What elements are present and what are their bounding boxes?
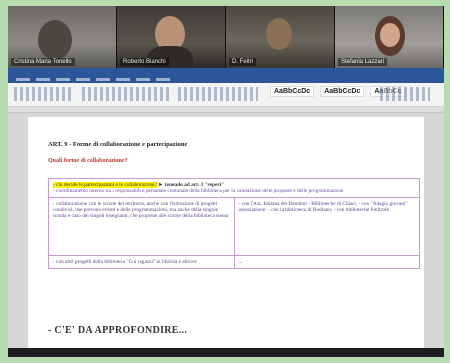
collaboration-table: - chi decide le partecipazioni e le coll… [48,178,420,269]
cell-text: - collaborazione con le scuole del terri… [53,201,229,219]
ribbon-tabs[interactable] [8,76,444,83]
footer-heading: - C'E' DA APPROFONDIRE... [48,325,188,336]
paragraph-group[interactable] [82,87,172,101]
style-no-spacing[interactable]: AaBbCcDc [320,86,365,97]
style-normal[interactable]: AaBbCcDc [270,86,315,97]
format-group[interactable] [178,87,258,101]
table-cell[interactable]: - con altri progetti della biblioteca "C… [48,255,235,269]
ribbon-toolbar[interactable]: AaBbCcDc AaBbCcDc AaBbCc [8,83,444,107]
table-row: - con altri progetti della biblioteca "C… [48,255,420,269]
participant-name: D. Feltri [229,58,256,66]
screen-frame: Cristina Maria Tonello Roberto Bianchi D… [8,6,444,357]
section-heading: ART. 9 - Forme di collaborazione e parte… [48,141,188,148]
cell-text: - con altri progetti della biblioteca "C… [53,259,197,265]
participant-tile[interactable]: Cristina Maria Tonello [8,6,117,68]
font-group[interactable] [14,87,74,101]
document-page[interactable]: ART. 9 - Forme di collaborazione e parte… [28,117,424,357]
cell-text: - con l'Ass. Italiana dei Bambini - Bibl… [238,201,408,213]
taskbar[interactable] [8,348,444,357]
table-cell[interactable]: ... [233,255,420,269]
table-cell[interactable]: - collaborazione con le scuole del terri… [48,197,235,256]
cell-text: - coordinamento interno tra i responsabi… [53,188,344,194]
participant-silhouette [380,23,400,47]
participant-tile[interactable]: Stefania Lazzari [335,6,444,68]
table-cell[interactable]: - con l'Ass. Italiana dei Bambini - Bibl… [233,197,420,256]
participant-tile[interactable]: Roberto Bianchi [117,6,226,68]
participant-strip: Cristina Maria Tonello Roberto Bianchi D… [8,6,444,68]
word-window: AaBbCcDc AaBbCcDc AaBbCc ART. 9 - Forme … [8,68,444,357]
table-row: - collaborazione con le scuole del terri… [48,197,420,256]
table-cell[interactable]: - chi decide le partecipazioni e le coll… [48,178,420,198]
participant-name: Roberto Bianchi [120,58,169,66]
document-area: ART. 9 - Forme di collaborazione e parte… [8,113,444,357]
editing-group[interactable] [380,87,430,101]
participant-name: Cristina Maria Tonello [11,58,75,66]
participant-silhouette [266,18,292,50]
participant-silhouette [38,20,72,60]
title-bar [8,68,444,76]
participant-tile[interactable]: D. Feltri [226,6,335,68]
table-row: - chi decide le partecipazioni e le coll… [48,178,420,198]
participant-name: Stefania Lazzari [338,58,388,66]
section-subheading: Quali forme di collaborazione? [48,158,128,164]
cell-text: ... [238,259,243,265]
